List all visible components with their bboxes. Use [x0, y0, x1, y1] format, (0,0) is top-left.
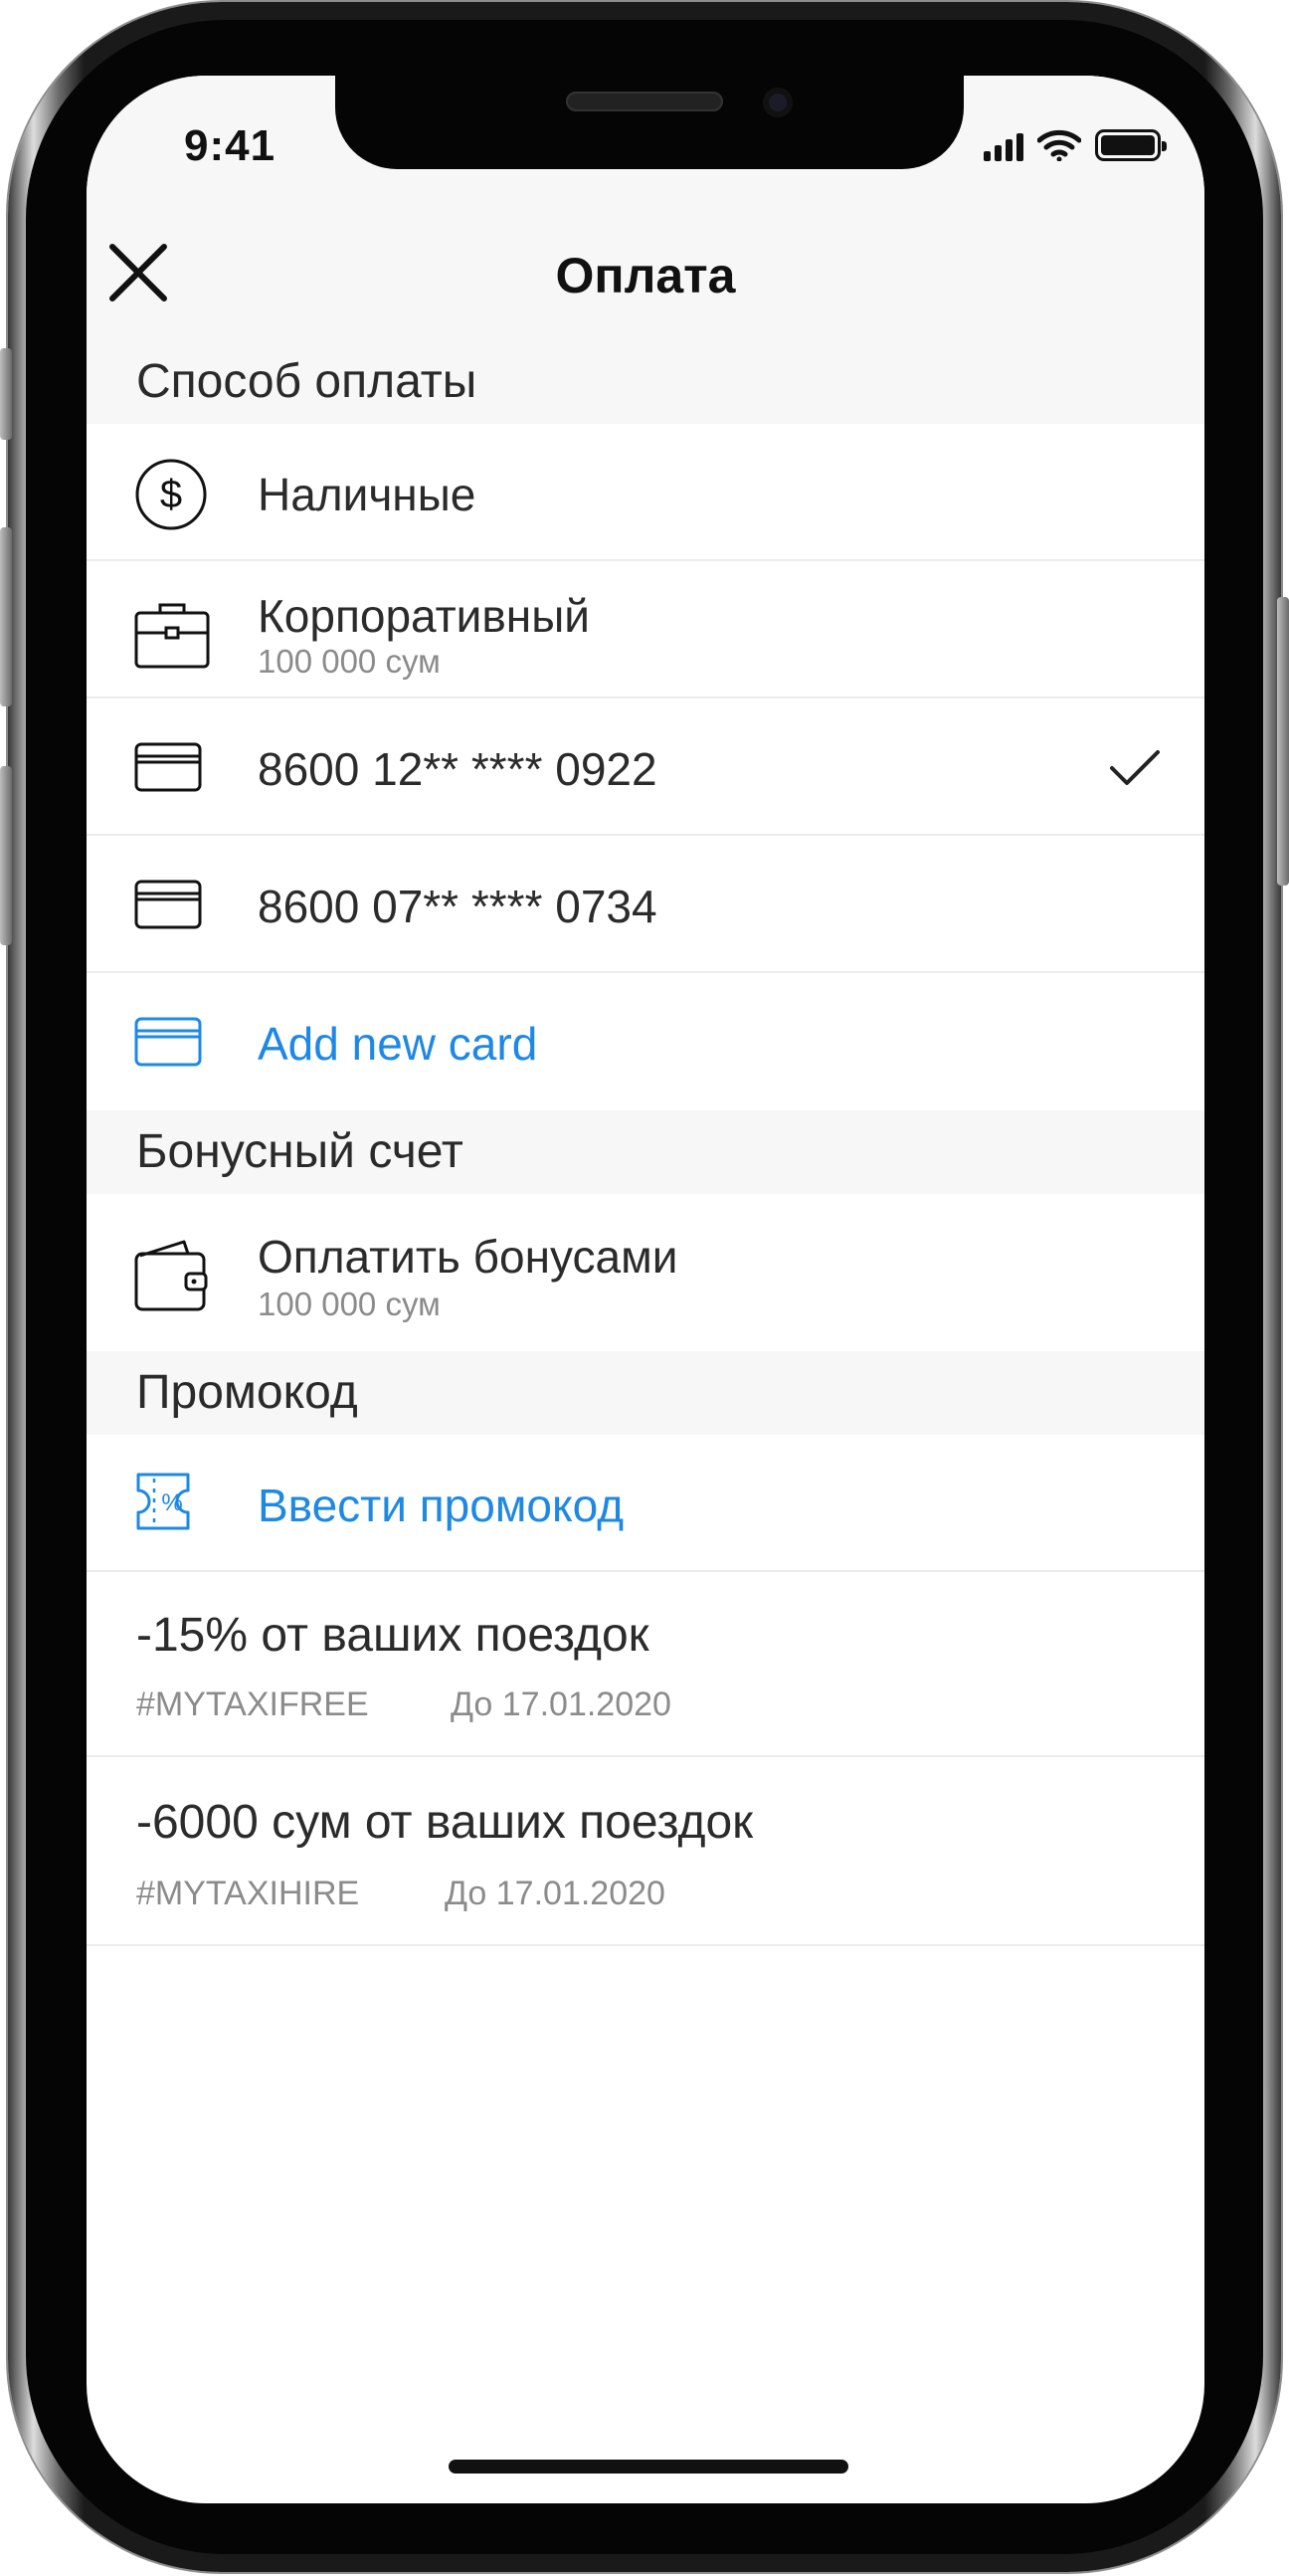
speaker-grille [566, 92, 723, 111]
navigation-header: Оплата [87, 215, 1204, 340]
card-icon [134, 1017, 202, 1067]
briefcase-icon [134, 603, 210, 669]
pay-with-bonuses-option[interactable]: Оплатить бонусами 100 000 сум [87, 1194, 1204, 1351]
enter-promocode-button[interactable]: % Ввести промокод [87, 1435, 1204, 1572]
status-bar: 9:41 [87, 76, 1204, 215]
power-button [1277, 597, 1289, 886]
promo-item[interactable]: -6000 сум от ваших поездок #MYTAXIHIRE Д… [87, 1757, 1204, 1946]
status-time: 9:41 [184, 121, 276, 170]
notch [335, 76, 964, 169]
checkmark-icon [1110, 750, 1160, 785]
payment-option-cash[interactable]: $ Наличные [87, 424, 1204, 561]
volume-down-button [0, 766, 12, 945]
svg-text:$: $ [160, 473, 182, 516]
home-indicator[interactable] [449, 2460, 848, 2474]
add-new-card-button[interactable]: Add new card [87, 973, 1204, 1110]
wallet-icon [134, 1240, 208, 1311]
promo-item[interactable]: -15% от ваших поездок #MYTAXIFREE До 17.… [87, 1572, 1204, 1757]
wifi-icon [1037, 129, 1081, 161]
coupon-icon: % [136, 1473, 190, 1530]
app-screen: 9:41 Оплата Способ оплаты $ Наличные Кор… [87, 76, 1204, 2503]
add-new-card-label: Add new card [258, 1018, 538, 1070]
card-number: 8600 12** **** 0922 [258, 743, 657, 795]
section-payment-method: Способ оплаты [87, 340, 1204, 424]
front-camera [763, 88, 793, 117]
promo-code: #MYTAXIHIRE [136, 1875, 360, 1912]
cellular-signal-icon [984, 133, 1023, 161]
battery-icon [1095, 129, 1167, 161]
volume-up-button [0, 527, 12, 706]
promo-valid-until: До 17.01.2020 [445, 1875, 665, 1912]
payment-option-balance: 100 000 сум [258, 643, 441, 680]
payment-option-label: Наличные [258, 469, 476, 520]
page-title: Оплата [555, 248, 736, 303]
card-number: 8600 07** **** 0734 [258, 881, 657, 932]
enter-promocode-label: Ввести промокод [258, 1480, 625, 1531]
side-button [0, 348, 12, 440]
svg-text:%: % [161, 1489, 182, 1516]
card-icon [134, 880, 202, 929]
section-bonus-account: Бонусный счет [87, 1110, 1204, 1194]
promo-code: #MYTAXIFREE [136, 1685, 369, 1723]
payment-option-corporate[interactable]: Корпоративный 100 000 сум [87, 561, 1204, 698]
payment-option-label: Корпоративный [258, 590, 590, 642]
dollar-circle-icon: $ [135, 459, 207, 530]
bonus-label: Оплатить бонусами [258, 1231, 678, 1283]
promo-title: -6000 сум от ваших поездок [136, 1796, 754, 1849]
bonus-balance: 100 000 сум [258, 1286, 441, 1322]
card-icon [134, 742, 202, 792]
status-icons [984, 127, 1167, 161]
promo-title: -15% от ваших поездок [136, 1609, 649, 1662]
payment-option-card-0922[interactable]: 8600 12** **** 0922 [87, 698, 1204, 836]
promo-valid-until: До 17.01.2020 [451, 1685, 671, 1723]
payment-option-card-0734[interactable]: 8600 07** **** 0734 [87, 836, 1204, 973]
section-promocode: Промокод [87, 1351, 1204, 1435]
